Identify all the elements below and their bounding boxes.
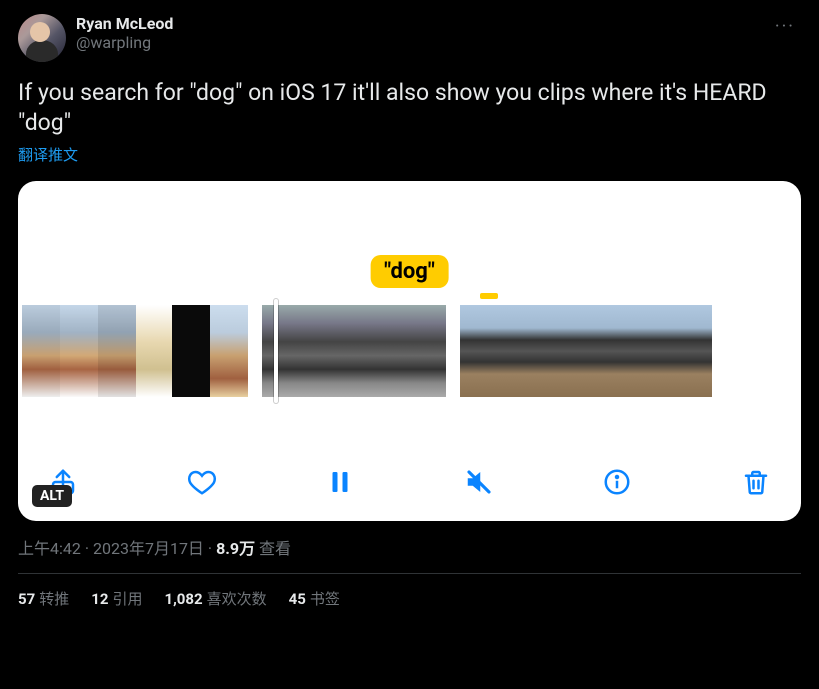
mute-icon[interactable] — [464, 467, 494, 501]
views-count: 8.9万 — [216, 539, 255, 558]
playhead[interactable] — [274, 299, 278, 403]
bookmarks-stat[interactable]: 45书签 — [289, 588, 340, 609]
tweet-time[interactable]: 上午4:42 — [18, 539, 81, 558]
media-toolbar — [18, 455, 801, 521]
video-strip — [18, 305, 801, 397]
tweet-meta: 上午4:42 · 2023年7月17日 · 8.9万 查看 — [18, 535, 801, 559]
pause-icon[interactable] — [325, 467, 355, 501]
tweet-date[interactable]: 2023年7月17日 — [93, 539, 204, 558]
clip-group-1 — [22, 305, 248, 397]
caption-badge: "dog" — [370, 255, 449, 288]
retweets-stat[interactable]: 57转推 — [18, 588, 69, 609]
author-display-name: Ryan McLeod — [76, 14, 173, 33]
author-names[interactable]: Ryan McLeod @warpling — [76, 14, 173, 52]
more-options-button[interactable]: ··· — [769, 14, 801, 39]
trash-icon[interactable] — [741, 467, 771, 501]
alt-badge[interactable]: ALT — [32, 485, 72, 507]
heart-icon[interactable] — [187, 467, 217, 501]
caption-tick — [480, 293, 498, 299]
media-attachment[interactable]: "dog" — [18, 181, 801, 521]
avatar[interactable] — [18, 14, 66, 62]
info-icon[interactable] — [602, 467, 632, 501]
clip-group-2 — [262, 305, 446, 397]
tweet-stats: 57转推 12引用 1,082喜欢次数 45书签 — [18, 574, 801, 623]
media-preview: "dog" — [18, 181, 801, 455]
tweet-container: Ryan McLeod @warpling ··· If you search … — [0, 0, 819, 623]
author-handle: @warpling — [76, 33, 173, 52]
translate-link[interactable]: 翻译推文 — [18, 144, 801, 165]
tweet-text: If you search for "dog" on iOS 17 it'll … — [18, 78, 801, 138]
likes-stat[interactable]: 1,082喜欢次数 — [164, 588, 266, 609]
quotes-stat[interactable]: 12引用 — [91, 588, 142, 609]
clip-group-3 — [460, 305, 712, 397]
views-label: 查看 — [259, 539, 291, 558]
tweet-header: Ryan McLeod @warpling ··· — [18, 14, 801, 62]
